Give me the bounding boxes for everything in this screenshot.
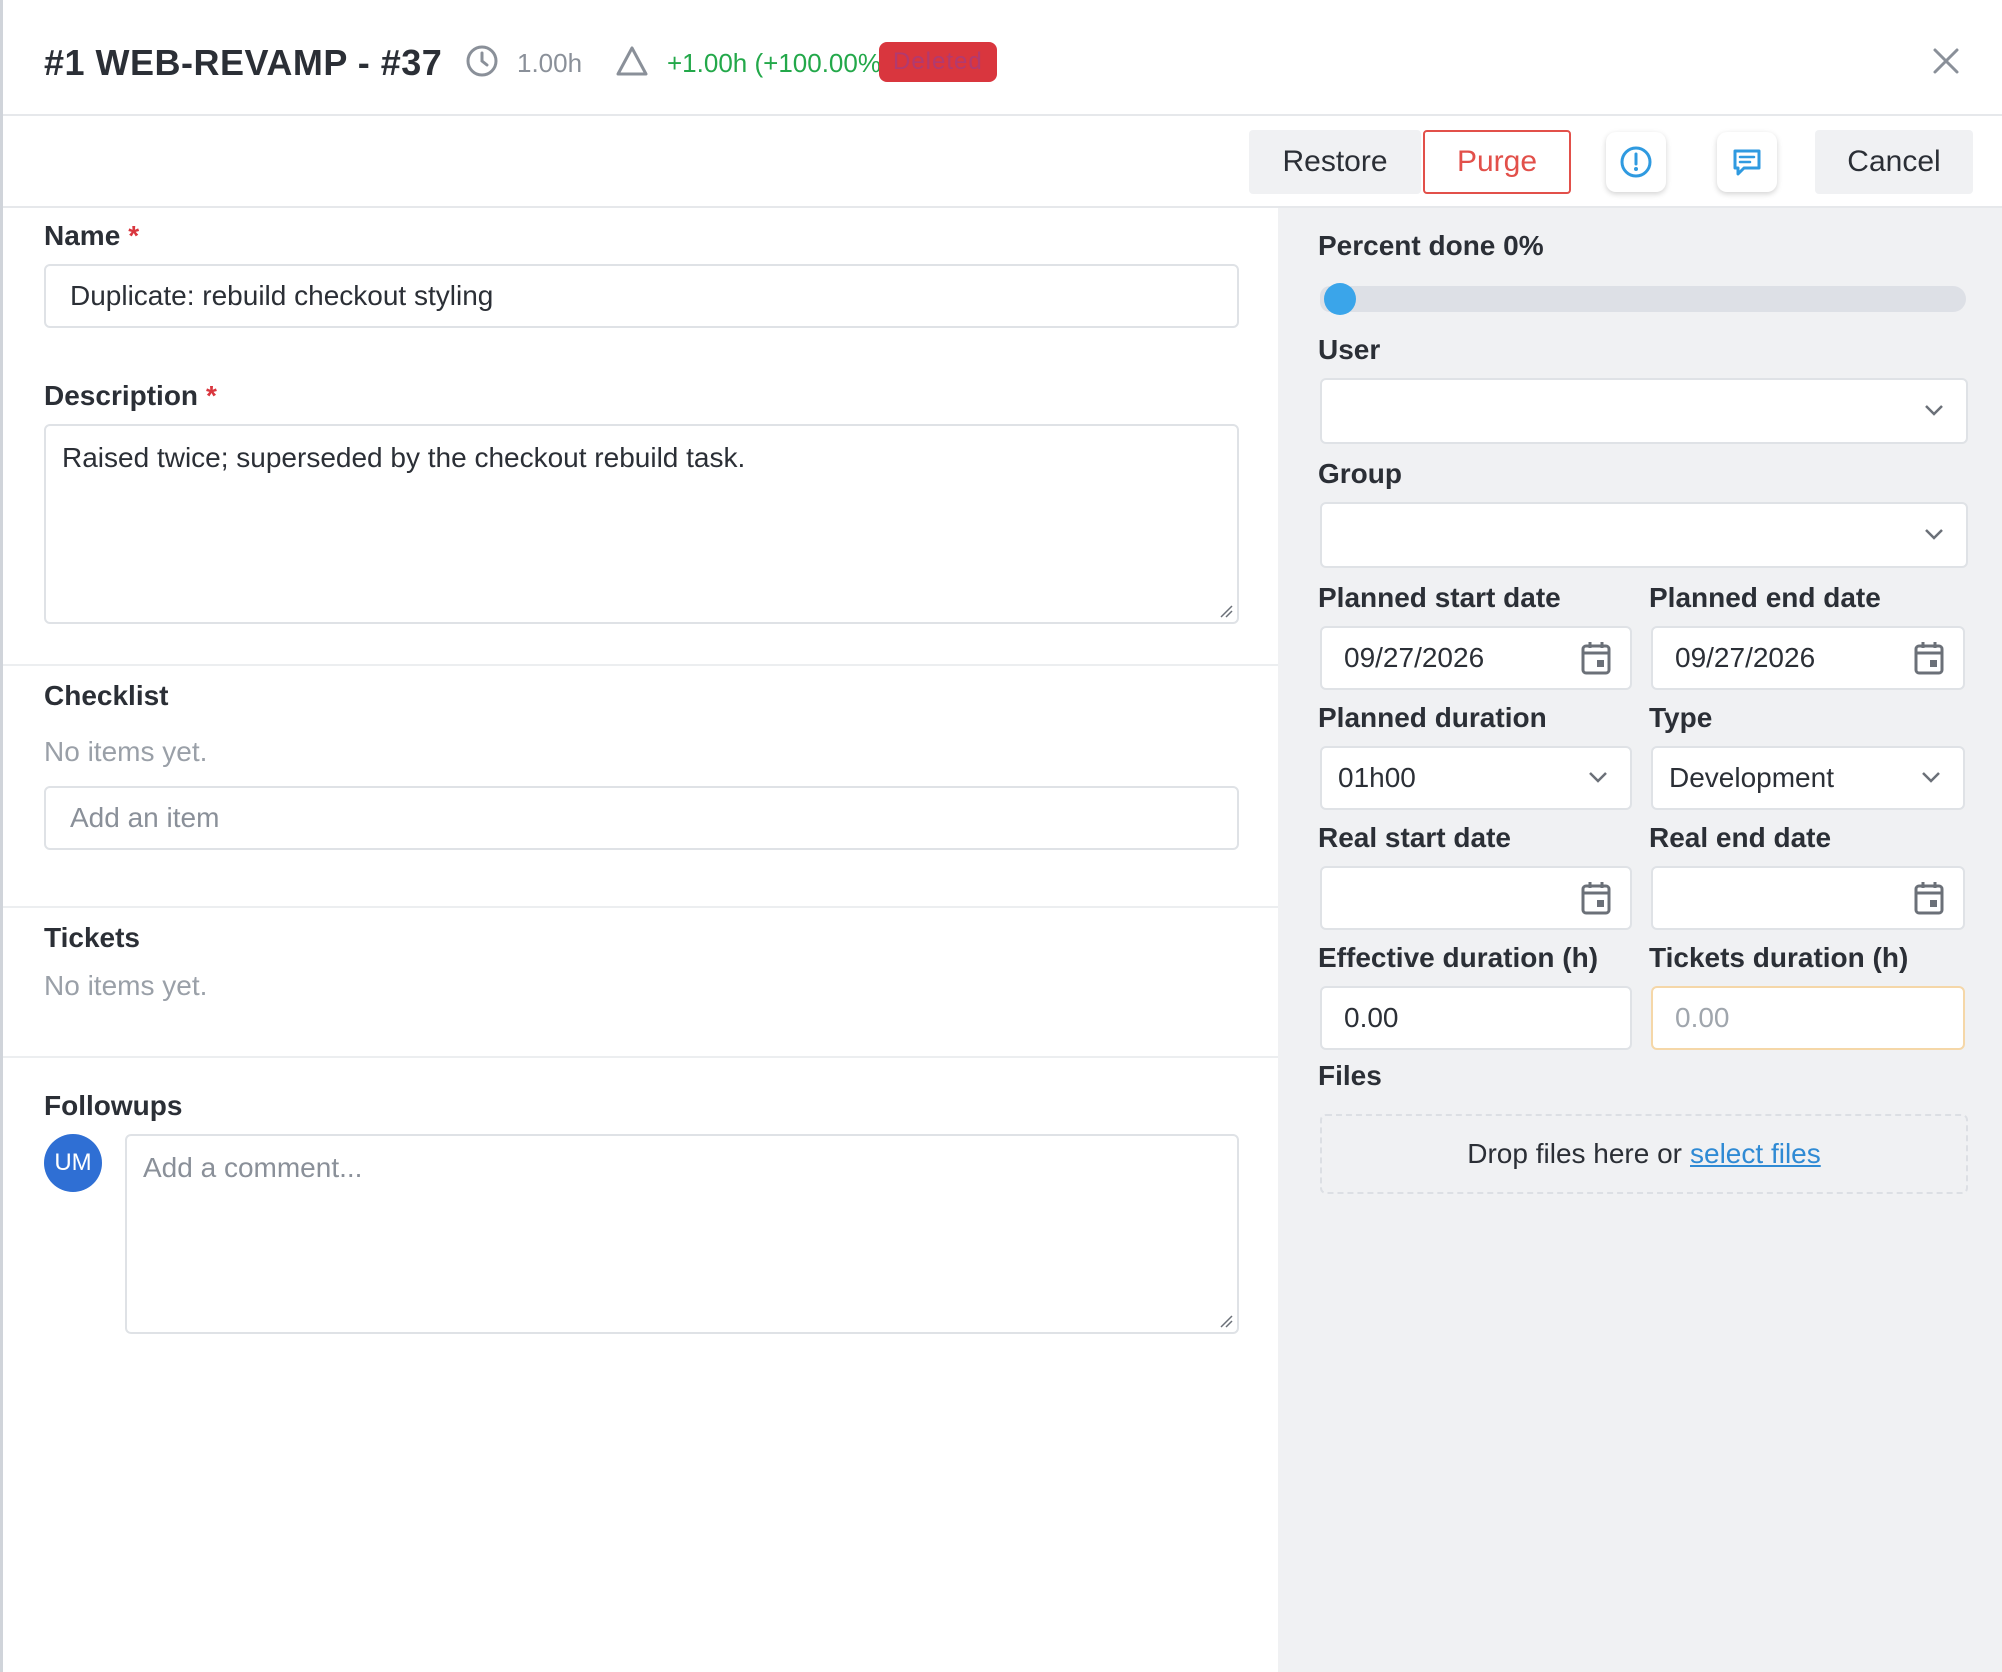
- page-title: #1 WEB-REVAMP - #37: [44, 42, 443, 83]
- action-toolbar: Restore Purge Cancel: [3, 118, 2002, 208]
- tickets-duration-input: 0.00: [1651, 986, 1965, 1050]
- resize-handle-icon[interactable]: [1219, 1314, 1233, 1328]
- tickets-duration-label: Tickets duration (h): [1649, 942, 1909, 973]
- type-select[interactable]: Development: [1651, 746, 1965, 810]
- section-divider: [3, 1056, 1278, 1058]
- planned-end-label: Planned end date: [1649, 582, 1881, 613]
- estimated-time: 1.00h: [517, 48, 583, 78]
- resize-handle-icon[interactable]: [1219, 604, 1233, 618]
- name-input[interactable]: Duplicate: rebuild checkout styling: [44, 264, 1239, 328]
- planned-duration-label: Planned duration: [1318, 702, 1547, 733]
- files-label: Files: [1318, 1060, 1382, 1091]
- alert-circle-icon: [1620, 146, 1652, 178]
- real-start-input[interactable]: [1320, 866, 1632, 930]
- user-label: User: [1318, 334, 1381, 365]
- side-panel: Percent done 0% User Group Planned start…: [1278, 208, 2002, 1672]
- calendar-icon[interactable]: [1580, 880, 1612, 916]
- task-modal: #1 WEB-REVAMP - #37 1.00h +1.00h (+100.0…: [0, 0, 2002, 1672]
- chevron-down-icon: [1922, 772, 1940, 783]
- calendar-icon[interactable]: [1580, 640, 1612, 676]
- effective-duration-label: Effective duration (h): [1318, 942, 1599, 973]
- chevron-down-icon: [1925, 405, 1943, 416]
- percent-done-handle[interactable]: [1324, 283, 1356, 315]
- restore-button[interactable]: Restore: [1249, 130, 1421, 194]
- planned-start-input[interactable]: 09/27/2026: [1320, 626, 1632, 690]
- comment-button[interactable]: [1717, 132, 1777, 192]
- followups-label: Followups: [44, 1090, 183, 1121]
- tickets-label: Tickets: [44, 922, 140, 953]
- real-start-label: Real start date: [1318, 822, 1511, 853]
- description-textarea[interactable]: Raised twice; superseded by the checkout…: [44, 424, 1239, 624]
- section-divider: [3, 664, 1278, 666]
- purge-button[interactable]: Purge: [1423, 130, 1571, 194]
- checklist-empty-text: No items yet.: [44, 736, 208, 767]
- group-label: Group: [1318, 458, 1402, 489]
- type-label: Type: [1649, 702, 1713, 733]
- alert-button[interactable]: [1606, 132, 1666, 192]
- status-badge: Deleted: [879, 42, 997, 82]
- real-end-label: Real end date: [1649, 822, 1832, 853]
- close-icon[interactable]: [1929, 44, 1963, 78]
- planned-duration-select[interactable]: 01h00: [1320, 746, 1632, 810]
- checklist-add-input[interactable]: Add an item: [44, 786, 1239, 850]
- comment-icon: [1733, 149, 1761, 176]
- name-label: Name *: [44, 220, 140, 251]
- calendar-icon[interactable]: [1913, 880, 1945, 916]
- chevron-down-icon: [1589, 772, 1607, 783]
- percent-done-slider[interactable]: [1320, 283, 1966, 315]
- chevron-down-icon: [1925, 529, 1943, 540]
- user-select[interactable]: [1320, 378, 1968, 444]
- clock-icon: [466, 45, 498, 77]
- effective-duration-input[interactable]: 0.00: [1320, 986, 1632, 1050]
- planned-end-input[interactable]: 09/27/2026: [1651, 626, 1965, 690]
- section-divider: [3, 906, 1278, 908]
- delta-triangle-icon: [616, 46, 648, 76]
- calendar-icon[interactable]: [1913, 640, 1945, 676]
- description-label: Description *: [44, 380, 217, 411]
- avatar: UM: [44, 1134, 102, 1192]
- cancel-button[interactable]: Cancel: [1815, 130, 1973, 194]
- comment-textarea[interactable]: Add a comment...: [125, 1134, 1239, 1334]
- modal-header: #1 WEB-REVAMP - #37 1.00h +1.00h (+100.0…: [3, 0, 2002, 116]
- time-delta: +1.00h (+100.00%): [667, 48, 890, 78]
- tickets-empty-text: No items yet.: [44, 970, 208, 1001]
- select-files-link[interactable]: select files: [1690, 1138, 1821, 1170]
- file-dropzone[interactable]: Drop files here or select files: [1320, 1114, 1968, 1194]
- group-select[interactable]: [1320, 502, 1968, 568]
- planned-start-label: Planned start date: [1318, 582, 1561, 613]
- checklist-label: Checklist: [44, 680, 169, 711]
- percent-done-label: Percent done 0%: [1318, 230, 1544, 261]
- real-end-input[interactable]: [1651, 866, 1965, 930]
